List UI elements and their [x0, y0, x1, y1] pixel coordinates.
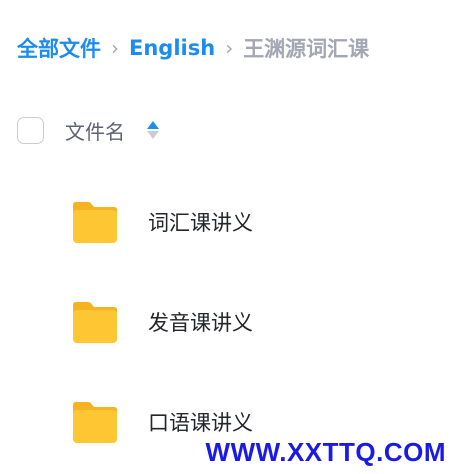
file-name[interactable]: 口语课讲义	[148, 407, 253, 437]
breadcrumb-item-current: 王渊源词汇课	[243, 37, 370, 61]
file-name[interactable]: 发音课讲义	[148, 307, 253, 337]
sort-ascending-icon	[147, 121, 159, 129]
select-all-checkbox[interactable]	[17, 116, 44, 144]
file-row[interactable]: 发音课讲义	[70, 297, 410, 347]
chevron-right-icon: ›	[111, 36, 119, 60]
sort-descending-icon	[147, 131, 159, 139]
breadcrumb-item-english[interactable]: English	[129, 36, 215, 60]
folder-icon	[73, 402, 117, 443]
list-header: 文件名	[17, 114, 159, 146]
watermark: WWW.XXTTQ.COM	[205, 437, 446, 467]
folder-icon	[73, 302, 117, 343]
sort-toggle-icon[interactable]	[147, 118, 159, 142]
chevron-right-icon: ›	[225, 36, 234, 60]
breadcrumb: 全部文件 › English › 王渊源词汇课	[17, 33, 369, 63]
folder-icon	[73, 202, 117, 243]
column-header-filename[interactable]: 文件名	[65, 116, 125, 145]
breadcrumb-item-all-files[interactable]: 全部文件	[17, 33, 101, 63]
file-row[interactable]: 词汇课讲义	[70, 197, 410, 247]
file-name[interactable]: 词汇课讲义	[148, 207, 253, 237]
